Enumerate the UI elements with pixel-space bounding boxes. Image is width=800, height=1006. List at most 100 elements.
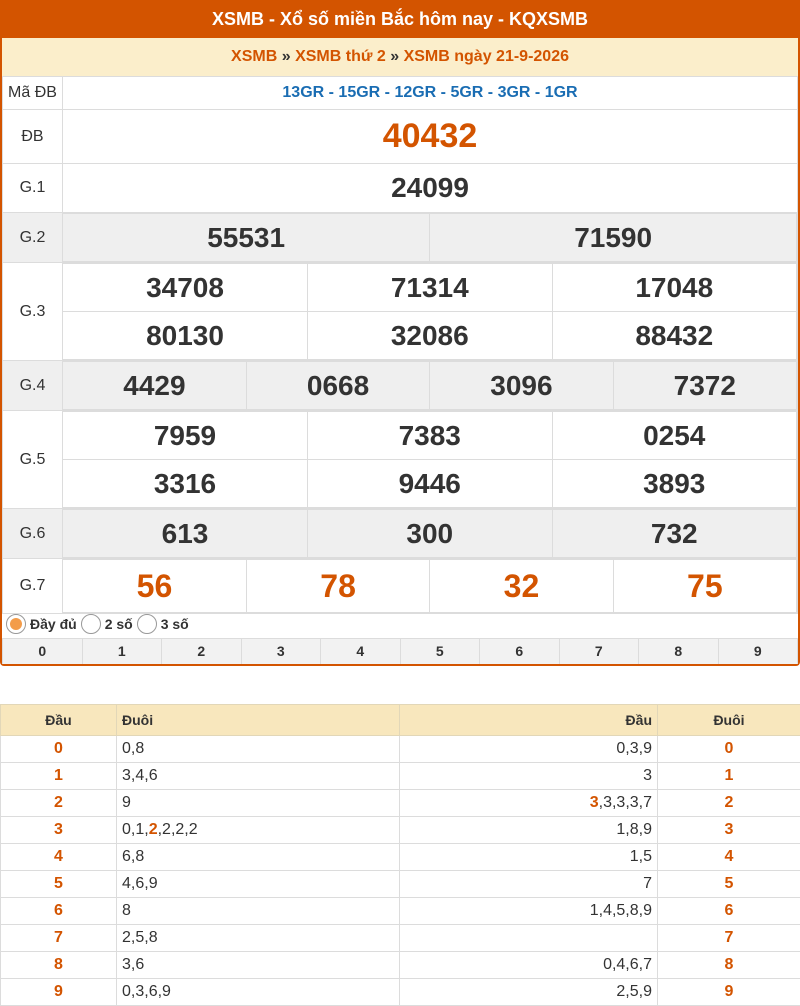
tail-list: 0,3,6,9: [116, 978, 400, 1006]
special-prize: 40432: [62, 109, 798, 164]
tail-list: 4,6,9: [116, 870, 400, 898]
tail-list-start: 0,1,: [122, 821, 149, 838]
tail-digit: 6: [657, 897, 800, 925]
highlight-number: 2: [148, 821, 158, 838]
tail-list: 2,5,8: [116, 924, 400, 952]
radio-three-digits[interactable]: [136, 614, 157, 634]
head-digit: 0: [0, 735, 117, 763]
option-two-label: 2 số: [104, 616, 133, 632]
tail-digit: 0: [657, 735, 800, 763]
results-table: Mã ĐB 13GR - 15GR - 12GR - 5GR - 3GR - 1…: [2, 76, 798, 614]
tail-list-rest: ,2,2,2: [157, 821, 198, 838]
prize-3-number: 88432: [551, 311, 797, 360]
head-digit: 7: [0, 924, 117, 952]
prize-7-number: 78: [245, 559, 431, 613]
option-full[interactable]: Đầy đủ: [6, 614, 77, 634]
head-digit: 8: [0, 951, 117, 979]
digit-filter-7[interactable]: 7: [559, 638, 639, 664]
madb-value: 13GR - 15GR - 12GR - 5GR - 3GR - 1GR: [62, 76, 798, 110]
breadcrumb-xsmb-date[interactable]: XSMB ngày 21-9-2026: [404, 48, 569, 65]
breadcrumb: XSMB » XSMB thứ 2 » XSMB ngày 21-9-2026: [2, 38, 798, 76]
tail-list: 8: [116, 897, 400, 925]
header-dau: Đầu: [0, 704, 117, 736]
prize-1: 24099: [62, 163, 798, 213]
breadcrumb-sep: »: [281, 48, 291, 65]
option-three-label: 3 số: [160, 616, 189, 632]
head-list: 3,3,3,3,7: [399, 789, 658, 817]
head-list: 2,5,9: [399, 978, 658, 1006]
digit-filter-5[interactable]: 5: [400, 638, 480, 664]
madb-label: Mã ĐB: [2, 76, 63, 110]
digit-filter-bar: 0 1 2 3 4 5 6 7 8 9: [2, 638, 798, 664]
table-row: 6 8 1,4,5,8,9 6: [0, 897, 800, 925]
g1-label: G.1: [2, 163, 63, 213]
table-row: 8 3,6 0,4,6,7 8: [0, 951, 800, 979]
prize-4-number: 7372: [612, 361, 798, 410]
breadcrumb-sep: »: [390, 48, 400, 65]
digit-filter-8[interactable]: 8: [639, 638, 719, 664]
tail-list: 0,8: [116, 735, 400, 763]
prize-3-number: 32086: [307, 311, 553, 360]
table-row: 3 0,1,2,2,2,2 1,8,9 3: [0, 816, 800, 844]
digit-filter-6[interactable]: 6: [480, 638, 560, 664]
head-list: 0,4,6,7: [399, 951, 658, 979]
table-row: 5 4,6,9 7 5: [0, 870, 800, 898]
table-row: 1 3,4,6 3 1: [0, 762, 800, 790]
head-digit: 4: [0, 843, 117, 871]
prize-3-number: 80130: [63, 311, 308, 360]
tail-digit: 3: [657, 816, 800, 844]
prize-6-number: 613: [63, 509, 308, 558]
breadcrumb-xsmb[interactable]: XSMB: [231, 48, 277, 65]
head-digit: 2: [0, 789, 117, 817]
head-list: 1,4,5,8,9: [399, 897, 658, 925]
digit-filter-2[interactable]: 2: [162, 638, 242, 664]
tail-list: 3,6: [116, 951, 400, 979]
page-title: XSMB - Xổ số miền Bắc hôm nay - KQXSMB: [0, 0, 800, 38]
prize-6-number: 300: [307, 509, 553, 558]
g7-label: G.7: [2, 558, 63, 614]
prize-5-number: 7383: [307, 411, 553, 460]
tail-digit: 8: [657, 951, 800, 979]
display-options: Đầy đủ 2 số 3 số: [2, 610, 798, 638]
g5-label: G.5: [2, 410, 63, 509]
digit-filter-1[interactable]: 1: [82, 638, 162, 664]
prize-4-number: 4429: [63, 361, 247, 410]
digit-filter-4[interactable]: 4: [321, 638, 401, 664]
head-digit: 1: [0, 762, 117, 790]
prize-4-number: 0668: [245, 361, 431, 410]
radio-full-selected[interactable]: [6, 614, 26, 634]
tail-digit: 1: [657, 762, 800, 790]
header-duoi-2: Đuôi: [657, 704, 800, 736]
breadcrumb-xsmb-thu2[interactable]: XSMB thứ 2: [295, 48, 386, 65]
digit-filter-9[interactable]: 9: [718, 638, 798, 664]
head-digit: 5: [0, 870, 117, 898]
header-dau-2: Đầu: [399, 704, 658, 736]
option-three-digits[interactable]: 3 số: [136, 614, 189, 634]
table-row: 7 2,5,8 7: [0, 924, 800, 952]
digit-filter-3[interactable]: 3: [241, 638, 321, 664]
g2-label: G.2: [2, 212, 63, 263]
table-row: 9 0,3,6,9 2,5,9 9: [0, 978, 800, 1006]
option-full-label: Đầy đủ: [30, 616, 77, 632]
tail-digit: 4: [657, 843, 800, 871]
table-row: 0 0,8 0,3,9 0: [0, 735, 800, 763]
tail-digit: 5: [657, 870, 800, 898]
prize-5-number: 7959: [63, 411, 308, 460]
tail-digit: 2: [657, 789, 800, 817]
prize-2-number: 71590: [429, 213, 797, 262]
g3-label: G.3: [2, 262, 63, 361]
option-two-digits[interactable]: 2 số: [80, 614, 133, 634]
prize-5-number: 0254: [551, 411, 797, 460]
table-row: 4 6,8 1,5 4: [0, 843, 800, 871]
prize-6-number: 732: [551, 509, 797, 558]
head-list: 1,5: [399, 843, 658, 871]
digit-filter-0[interactable]: 0: [2, 638, 83, 664]
prize-3-number: 34708: [63, 263, 308, 312]
radio-two-digits[interactable]: [80, 614, 101, 634]
loto-table: Đầu Đuôi Đầu Đuôi 0 0,8 0,3,9 0 1 3,4,6 …: [0, 704, 800, 1006]
db-label: ĐB: [2, 109, 63, 164]
g6-label: G.6: [2, 508, 63, 559]
prize-3-number: 17048: [551, 263, 797, 312]
tail-list: 3,4,6: [116, 762, 400, 790]
tail-list: 9: [116, 789, 400, 817]
